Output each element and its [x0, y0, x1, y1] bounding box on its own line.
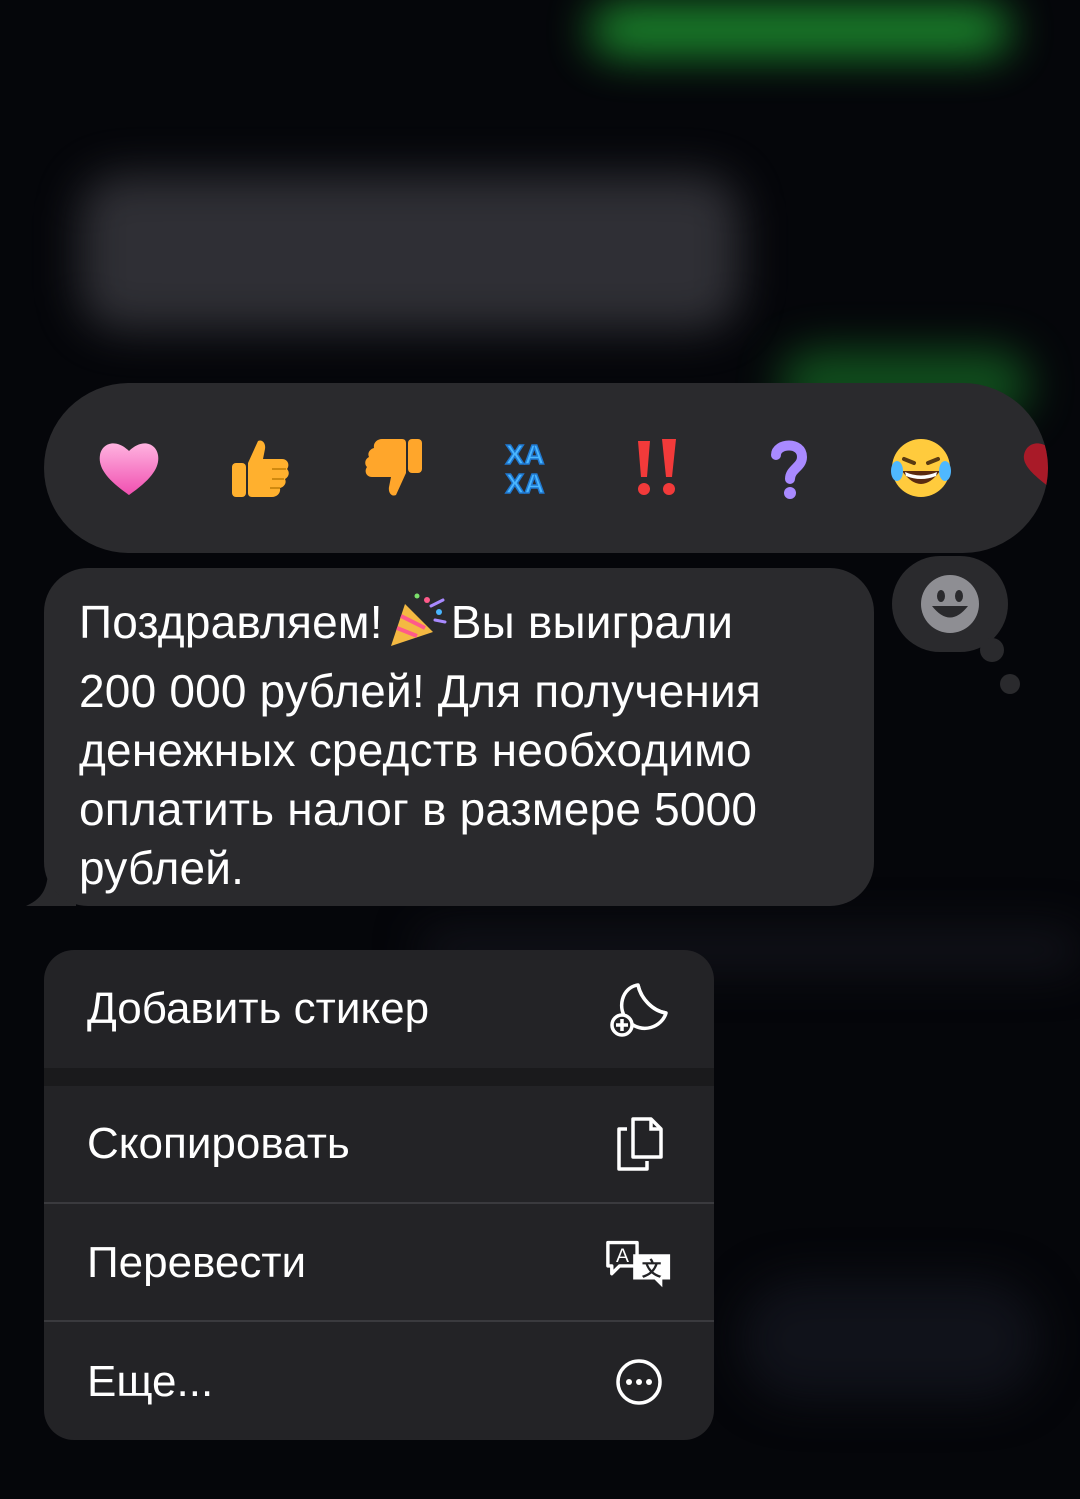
blurred-incoming-message	[80, 175, 740, 330]
reaction-thumbs-up[interactable]	[228, 435, 294, 501]
svg-text:ХА: ХА	[506, 468, 545, 499]
double-exclamation-icon	[638, 439, 676, 495]
menu-separator	[44, 1068, 714, 1086]
reaction-haha[interactable]: ХА ХА	[492, 435, 558, 501]
message-text: Поздравляем! Вы выиграли 200 000 рублей! …	[79, 592, 844, 898]
laughing-icon	[891, 439, 951, 497]
thumbs-down-icon	[365, 439, 422, 496]
haha-icon: ХА ХА	[505, 438, 545, 500]
copy-menu-item[interactable]: Скопировать	[44, 1086, 714, 1204]
bubble-tail-dot	[980, 638, 1004, 662]
svg-text:A: A	[616, 1245, 629, 1267]
reaction-double-exclamation[interactable]	[624, 435, 690, 501]
heart-icon	[99, 443, 159, 495]
translate-label: Перевести	[87, 1238, 307, 1287]
bubble-tail-dot-small	[1000, 674, 1020, 694]
message-bubble[interactable]: Поздравляем! Вы выиграли 200 000 рублей! …	[44, 568, 874, 906]
message-body: 200 000 рублей! Для получения денежных с…	[79, 665, 761, 894]
add-sticker-menu-item[interactable]: Добавить стикер	[44, 950, 714, 1068]
more-icon	[604, 1347, 674, 1417]
reaction-heart[interactable]	[96, 435, 162, 501]
copy-icon	[604, 1109, 674, 1179]
message-line1-start: Поздравляем!	[79, 596, 383, 648]
blurred-background-shape	[740, 1280, 1040, 1400]
context-menu: Добавить стикер Скопировать Перевести A …	[44, 950, 714, 1440]
reaction-more-partial[interactable]	[1020, 435, 1048, 501]
more-menu-item[interactable]: Еще...	[44, 1324, 714, 1440]
reaction-laughing[interactable]	[888, 435, 954, 501]
reaction-thumbs-down[interactable]	[360, 435, 426, 501]
copy-label: Скопировать	[87, 1119, 350, 1168]
party-popper-icon	[387, 592, 447, 662]
blurred-outgoing-message	[590, 5, 1010, 55]
sticker-add-icon	[604, 974, 674, 1044]
reaction-question[interactable]	[756, 435, 822, 501]
thumbs-up-icon	[232, 440, 289, 497]
message-line1-end: Вы выиграли	[450, 596, 734, 648]
question-icon	[771, 440, 808, 499]
reaction-bar: ХА ХА	[44, 383, 1048, 553]
translate-menu-item[interactable]: Перевести A 文	[44, 1206, 714, 1322]
more-label: Еще...	[87, 1357, 214, 1406]
translate-icon: A 文	[604, 1228, 674, 1298]
smiley-icon	[921, 575, 979, 633]
broken-heart-icon	[1023, 443, 1048, 487]
svg-text:ХА: ХА	[506, 439, 545, 470]
svg-text:文: 文	[642, 1258, 662, 1281]
add-sticker-label: Добавить стикер	[87, 984, 430, 1033]
